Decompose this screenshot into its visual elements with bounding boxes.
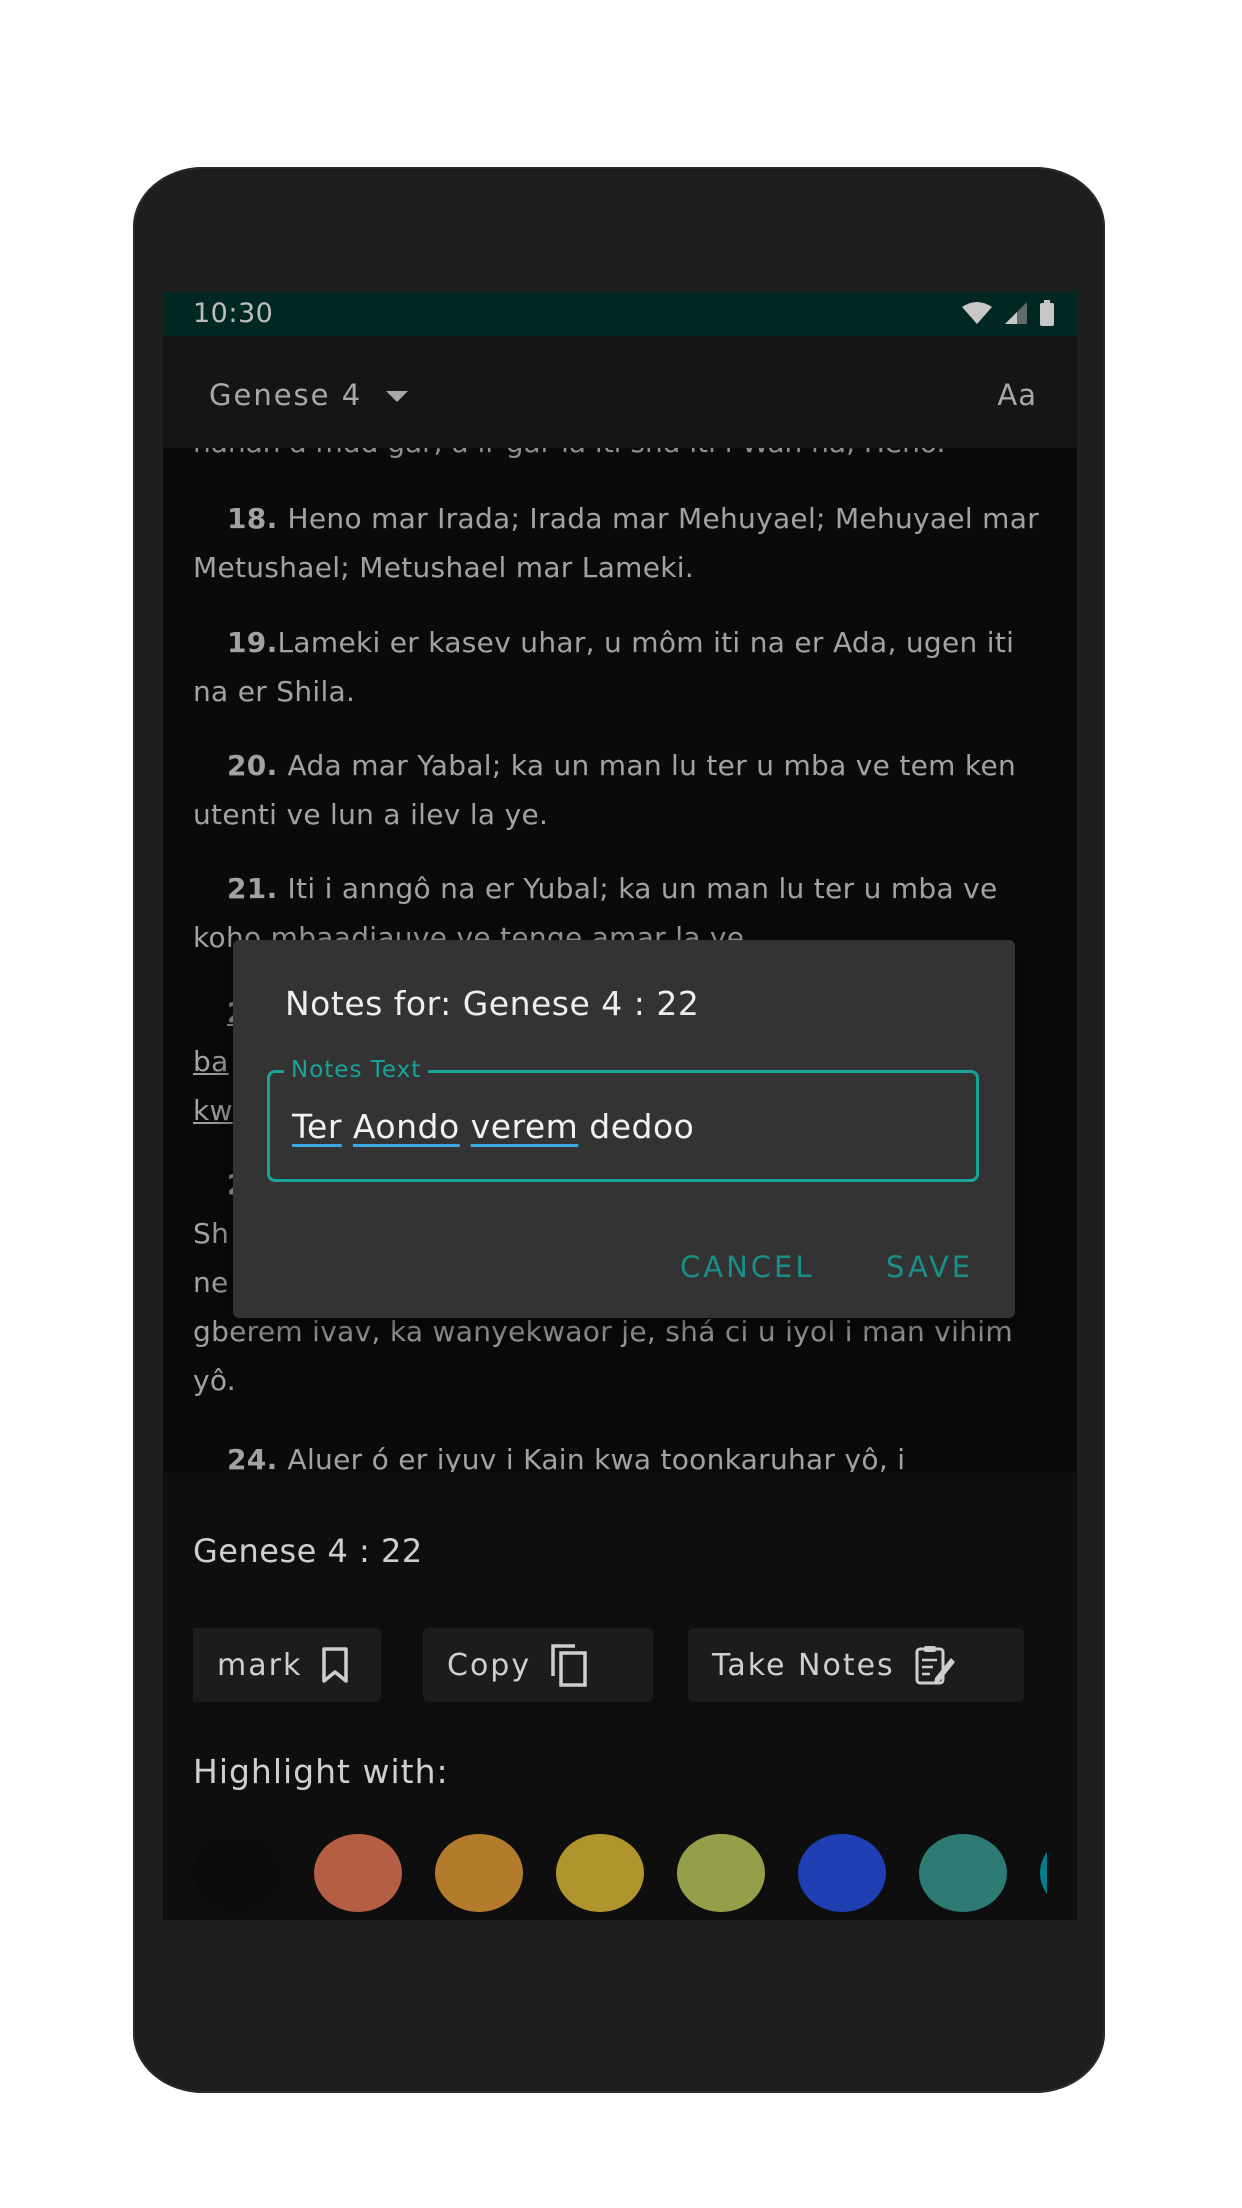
highlight-color-swatch[interactable] — [435, 1834, 523, 1912]
bookmark-label: mark — [217, 1647, 303, 1683]
copy-label: Copy — [447, 1647, 532, 1683]
bookmark-button[interactable]: mark — [193, 1628, 381, 1702]
copy-button[interactable]: Copy — [423, 1628, 653, 1702]
cancel-button[interactable]: CANCEL — [680, 1250, 815, 1284]
highlight-color-swatch[interactable] — [919, 1834, 1007, 1912]
save-button[interactable]: SAVE — [886, 1250, 973, 1284]
bookmark-icon — [322, 1647, 349, 1683]
take-notes-button[interactable]: Take Notes — [688, 1628, 1024, 1702]
note-word: Ter — [292, 1107, 342, 1146]
highlight-color-swatch[interactable] — [798, 1834, 886, 1912]
dialog-title: Notes for: Genese 4 : 22 — [285, 984, 700, 1023]
action-chips-row[interactable]: mark Copy Take Notes — [193, 1628, 1077, 1702]
highlight-color-swatch[interactable] — [677, 1834, 765, 1912]
note-word: Aondo — [352, 1107, 460, 1146]
highlight-label: Highlight with: — [193, 1752, 449, 1791]
notes-text-field[interactable]: Notes Text Ter Aondo verem dedoo — [267, 1057, 979, 1182]
highlight-color-swatch[interactable] — [556, 1834, 644, 1912]
take-notes-label: Take Notes — [712, 1647, 895, 1683]
notes-input[interactable]: Ter Aondo verem dedoo — [292, 1107, 952, 1146]
notes-dialog: Notes for: Genese 4 : 22 Notes Text Ter … — [233, 940, 1015, 1318]
notes-field-label: Notes Text — [284, 1057, 429, 1083]
verse-actions-panel: Genese 4 : 22 mark Copy Take Notes Highl… — [163, 1472, 1077, 1920]
selected-verse-reference: Genese 4 : 22 — [193, 1532, 423, 1570]
highlight-color-swatch[interactable] — [314, 1834, 402, 1912]
copy-icon — [551, 1644, 587, 1687]
note-word: verem — [470, 1107, 579, 1146]
highlight-color-row[interactable] — [193, 1834, 1047, 1914]
highlight-color-swatch[interactable] — [193, 1834, 281, 1912]
highlight-color-swatch[interactable] — [1040, 1834, 1047, 1912]
note-word: dedoo — [589, 1107, 695, 1146]
notes-icon — [915, 1646, 955, 1685]
